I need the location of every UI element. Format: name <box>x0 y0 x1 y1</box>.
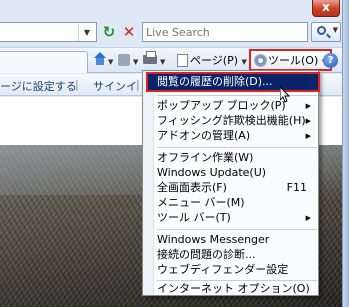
home-icon[interactable] <box>93 51 107 70</box>
page-menu-label: ページ(P) <box>190 54 238 67</box>
menu-item-menu-bar[interactable]: メニュー バー(M) <box>157 196 315 210</box>
menu-item-label: オフライン作業(W) <box>157 151 254 164</box>
menu-item-web-defender-settings[interactable]: ウェブディフェンダー設定 <box>157 263 315 277</box>
submenu-arrow-icon: ▶ <box>305 132 311 140</box>
menu-item-windows-messenger[interactable]: Windows Messenger <box>157 233 315 247</box>
signin-link[interactable]: サインイ <box>93 78 137 94</box>
menu-separator <box>157 95 317 96</box>
menu-item-label: ウェブディフェンダー設定 <box>157 263 289 276</box>
menu-separator <box>157 229 317 230</box>
menu-item-label: メニュー バー(M) <box>157 196 245 209</box>
menu-item-manage-addons[interactable]: アドオンの管理(A) ▶ <box>157 129 315 143</box>
search-field[interactable] <box>142 22 308 42</box>
search-button[interactable]: ▼ <box>311 22 341 42</box>
feeds-dropdown-icon[interactable]: ▼ <box>133 51 138 70</box>
page-icon <box>177 54 188 67</box>
menu-item-label: インターネット オプション(O) <box>157 282 310 295</box>
set-homepage-link[interactable]: ージに設定する <box>0 78 77 94</box>
address-toolbar: ▼ ↻ ✕ ▼ <box>0 22 342 44</box>
gear-icon <box>254 54 267 67</box>
submenu-arrow-icon: ▶ <box>305 214 311 222</box>
links-separator: | <box>136 78 140 91</box>
menu-item-internet-options[interactable]: インターネット オプション(O) <box>157 282 315 296</box>
page-dropdown-icon: ▼ <box>241 58 247 66</box>
submenu-arrow-icon: ▶ <box>305 117 311 125</box>
feeds-icon[interactable] <box>118 51 131 70</box>
help-button[interactable]: ? <box>323 51 340 70</box>
home-dropdown-icon[interactable]: ▼ <box>108 51 113 70</box>
menu-item-label: 接続の問題の診断... <box>157 248 256 261</box>
window-border <box>342 0 349 307</box>
menu-item-label: ツール バー(T) <box>157 211 231 224</box>
print-dropdown-icon[interactable]: ▼ <box>160 51 165 70</box>
menu-item-label: Windows Messenger <box>157 233 270 246</box>
window-close-button[interactable]: x <box>312 0 340 17</box>
tools-menu-button[interactable]: ツール(O) ▼ <box>249 49 333 71</box>
menu-item-toolbars[interactable]: ツール バー(T) ▶ <box>157 211 315 225</box>
menu-separator <box>157 280 317 281</box>
browser-tab[interactable] <box>0 51 88 73</box>
stop-icon[interactable]: ✕ <box>120 22 138 42</box>
menu-item-diagnose-connection[interactable]: 接続の問題の診断... <box>157 248 315 262</box>
menu-item-label: Windows Update(U) <box>157 166 267 179</box>
search-icon <box>317 26 326 35</box>
menu-item-label: ポップアップ ブロック(P) <box>157 99 286 112</box>
menu-item-full-screen[interactable]: 全画面表示(F) F11 <box>157 181 315 195</box>
menu-item-delete-history[interactable]: 閲覧の履歴の削除(D)... <box>157 75 315 89</box>
menu-separator <box>157 147 317 148</box>
menu-item-work-offline[interactable]: オフライン作業(W) <box>157 151 315 165</box>
menu-item-label: フィッシング詐欺検出機能(H) <box>157 114 306 127</box>
help-icon: ? <box>323 53 338 68</box>
address-field[interactable]: ▼ <box>0 22 97 42</box>
search-dropdown-icon[interactable]: ▼ <box>333 26 338 34</box>
menu-item-label: 閲覧の履歴の削除(D)... <box>157 75 273 88</box>
tools-dropdown-menu: 閲覧の履歴の削除(D)... ポップアップ ブロック(P) ▶ フィッシング詐欺検… <box>142 70 320 296</box>
print-icon[interactable] <box>143 51 158 70</box>
menu-item-phishing-filter[interactable]: フィッシング詐欺検出機能(H) ▶ <box>157 114 315 128</box>
address-dropdown-icon[interactable]: ▼ <box>78 24 95 41</box>
menu-shortcut: F11 <box>286 181 307 194</box>
menu-item-popup-blocker[interactable]: ポップアップ ブロック(P) ▶ <box>157 99 315 113</box>
menu-item-label: 全画面表示(F) <box>157 181 227 194</box>
refresh-icon[interactable]: ↻ <box>100 22 118 42</box>
menu-item-label: アドオンの管理(A) <box>157 129 251 142</box>
page-menu-button[interactable]: ページ(P) ▼ <box>177 51 247 70</box>
tools-menu-label: ツール(O) <box>268 54 319 67</box>
search-input[interactable] <box>143 23 307 41</box>
links-separator: | <box>75 78 79 91</box>
submenu-arrow-icon: ▶ <box>305 102 311 110</box>
menu-item-windows-update[interactable]: Windows Update(U) <box>157 166 315 180</box>
mouse-cursor-icon <box>280 87 290 103</box>
